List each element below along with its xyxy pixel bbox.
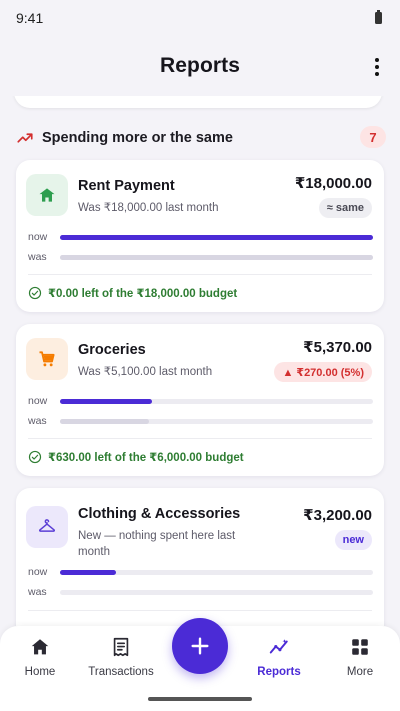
budget-text: ₹0.00 left of the ₹18,000.00 budget [48, 288, 238, 300]
category-subtitle: Was ₹5,100.00 last month [78, 366, 213, 378]
now-bar [60, 235, 373, 240]
battery-icon [375, 10, 382, 24]
budget-text: ₹630.00 left of the ₹6,000.00 budget [48, 452, 244, 464]
section-title: Spending more or the same [42, 130, 233, 146]
check-circle-icon [28, 286, 42, 300]
home-indicator [148, 697, 252, 701]
section-header: Spending more or the same 7 [16, 126, 386, 150]
now-label: now [28, 231, 48, 243]
now-bar [60, 570, 117, 575]
grid-icon [352, 639, 368, 655]
nav-label: Home [24, 666, 56, 678]
now-label: now [28, 395, 48, 407]
now-bar [60, 399, 153, 404]
nav-label: Transactions [88, 666, 154, 678]
category-card-groceries[interactable]: Groceries Was ₹5,100.00 last month ₹5,37… [16, 324, 384, 476]
nav-label: Reports [257, 666, 301, 678]
add-transaction-button[interactable] [172, 618, 228, 674]
was-label: was [28, 251, 47, 263]
was-label: was [28, 415, 47, 427]
now-bar-track [60, 570, 373, 575]
app-bar: Reports [0, 36, 400, 96]
now-bar-track [60, 399, 373, 404]
check-circle-icon [28, 450, 42, 464]
was-bar-track [60, 590, 373, 595]
change-badge: new [334, 530, 372, 550]
more-options-icon[interactable] [372, 58, 382, 76]
category-card-clothing[interactable]: Clothing & Accessories New — nothing spe… [16, 488, 384, 626]
home-icon [31, 639, 49, 655]
category-subtitle: New — nothing spent here last month [78, 530, 236, 558]
nav-more[interactable]: More [320, 636, 400, 678]
shopping-cart-icon [26, 338, 68, 380]
category-card-rent[interactable]: Rent Payment Was ₹18,000.00 last month ₹… [16, 160, 384, 312]
was-bar [60, 419, 150, 424]
nav-label: More [346, 666, 374, 678]
category-amount: ₹3,200.00 [303, 507, 372, 524]
divider [28, 610, 372, 611]
category-subtitle: Was ₹18,000.00 last month [78, 202, 219, 214]
previous-card [14, 96, 382, 108]
hanger-icon [26, 506, 68, 548]
was-label: was [28, 586, 47, 598]
home-icon [26, 174, 68, 216]
nav-transactions[interactable]: Transactions [81, 636, 161, 678]
receipt-icon [113, 637, 129, 657]
change-badge: ▲ ₹270.00 (5%) [274, 362, 372, 382]
divider [28, 438, 372, 439]
category-name: Groceries [78, 342, 146, 358]
now-label: now [28, 566, 48, 578]
budget-status: ₹0.00 left of the ₹18,000.00 budget [28, 286, 237, 300]
chart-icon [269, 639, 288, 654]
was-bar [60, 255, 373, 260]
was-bar-track [60, 419, 373, 424]
change-badge: ≈ same [318, 198, 372, 218]
count-badge: 7 [360, 126, 386, 148]
nav-reports[interactable]: Reports [239, 636, 319, 678]
status-time: 9:41 [16, 10, 44, 26]
page-title: Reports [159, 54, 241, 77]
report-content[interactable]: Spending more or the same 7 Rent Payment… [0, 96, 400, 626]
divider [28, 274, 372, 275]
category-amount: ₹5,370.00 [303, 339, 372, 356]
category-amount: ₹18,000.00 [294, 175, 372, 192]
nav-home[interactable]: Home [0, 636, 80, 678]
trending-up-icon [17, 133, 33, 143]
plus-icon [191, 637, 209, 655]
was-bar-track [60, 255, 373, 260]
category-name: Clothing & Accessories [78, 506, 241, 522]
category-name: Rent Payment [78, 178, 175, 194]
budget-status: ₹630.00 left of the ₹6,000.00 budget [28, 450, 244, 464]
status-bar: 9:41 [0, 0, 400, 36]
now-bar-track [60, 235, 373, 240]
